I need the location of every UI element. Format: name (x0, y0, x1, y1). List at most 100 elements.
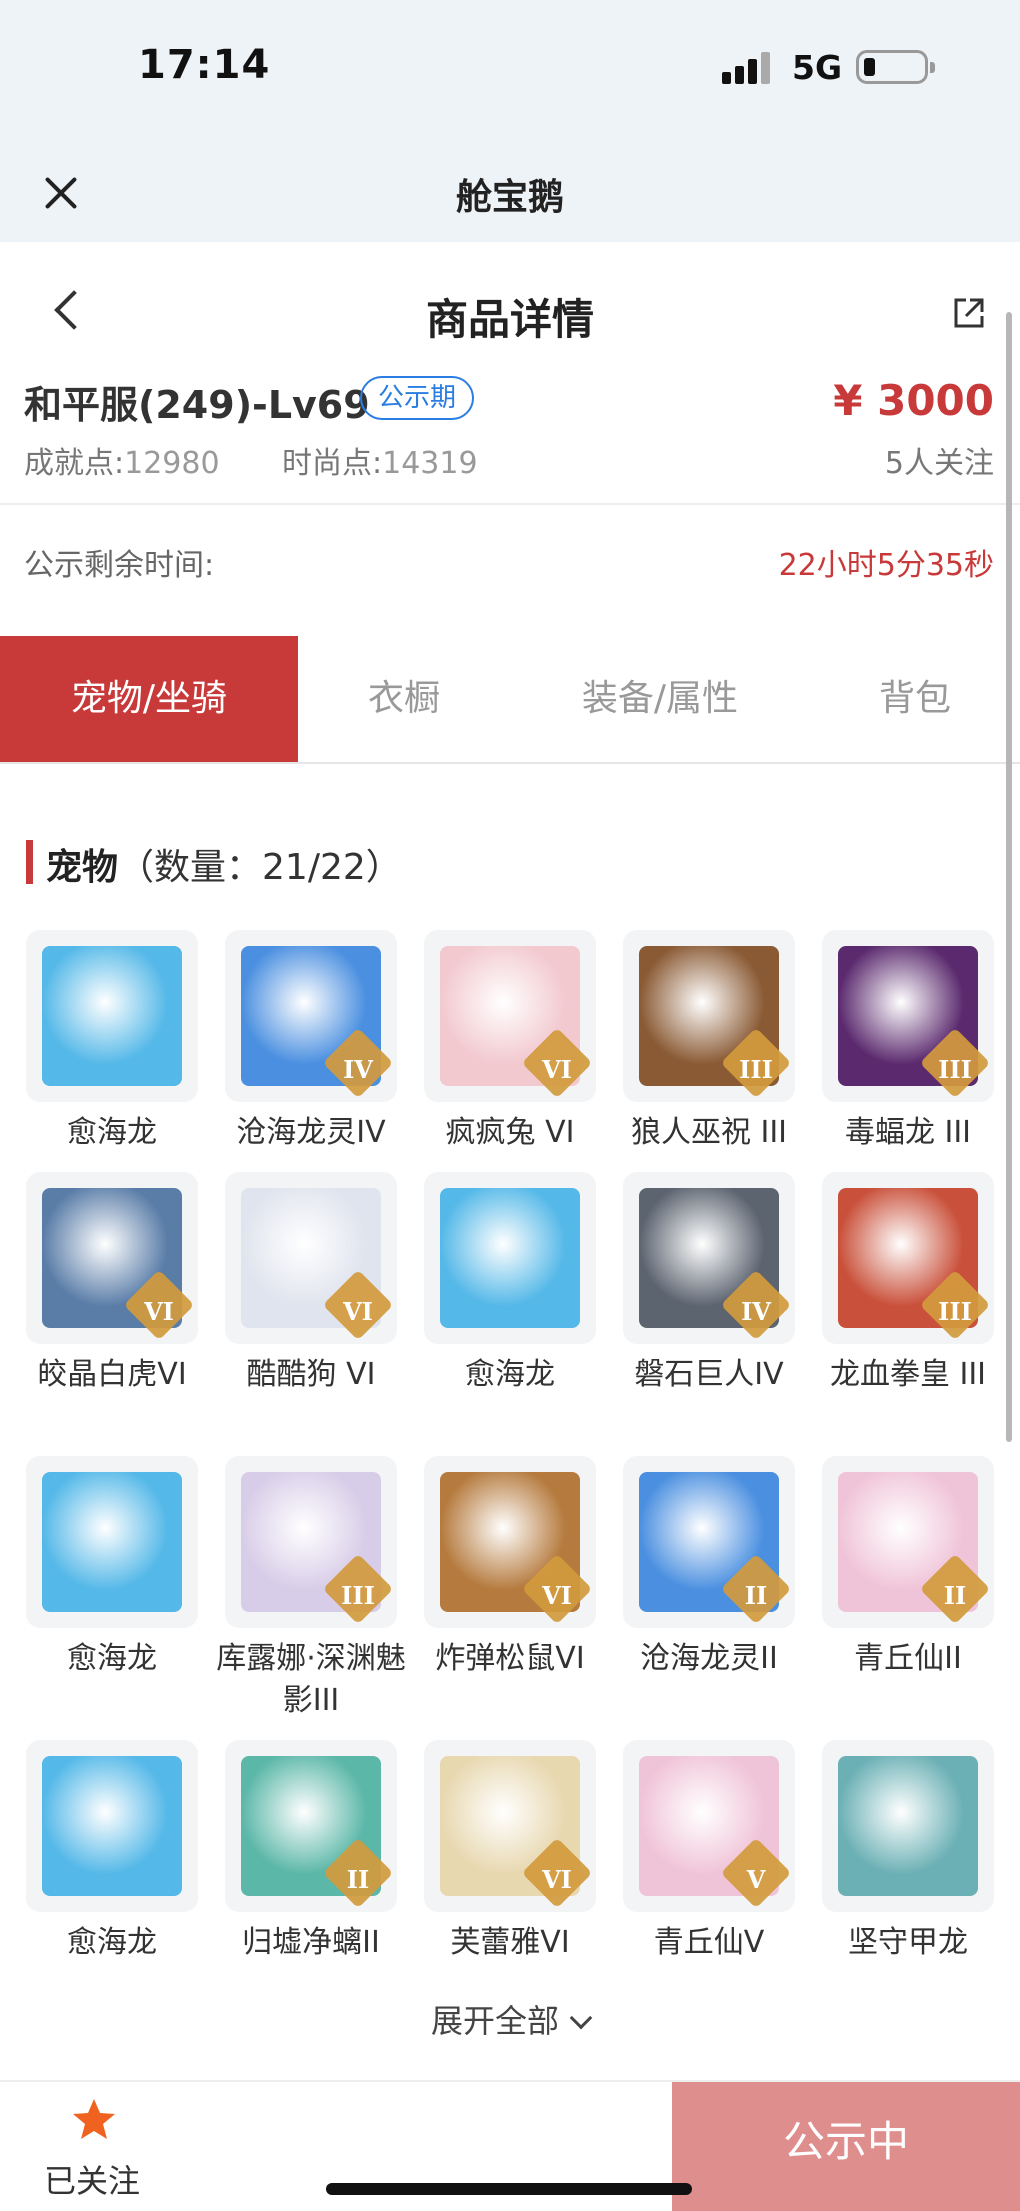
pet-name: 愈海龙 (465, 1357, 555, 1392)
pet-name: 青丘仙V (653, 1925, 765, 1960)
rank-badge-text: VI (542, 1055, 572, 1084)
fashion-value: 14319 (382, 446, 478, 481)
pet-name: 皎晶白虎VI (37, 1357, 187, 1392)
pet-thumbnail: IV (225, 930, 397, 1102)
pet-item[interactable]: VI 皎晶白虎VI (26, 1172, 198, 1396)
achievement-label: 成就点: (24, 446, 125, 481)
back-icon[interactable] (48, 290, 88, 334)
rank-badge-text: VI (343, 1297, 373, 1326)
battery-icon (856, 50, 935, 84)
pet-name: 愈海龙 (67, 1115, 157, 1150)
pet-item[interactable]: III 库露娜·深渊魅影III (216, 1456, 406, 1722)
chevron-down-icon (569, 2006, 593, 2030)
countdown-value: 22小时5分35秒 (778, 548, 994, 583)
rank-badge-text: V (746, 1865, 766, 1894)
top-bar: 17:14 5G 舱宝鹅 (0, 0, 1020, 242)
rank-badge-text: VI (542, 1581, 572, 1610)
pet-item[interactable]: III 龙血拳皇 III (822, 1172, 994, 1396)
pet-name: 归墟净螭II (242, 1925, 380, 1960)
pet-image (42, 946, 182, 1086)
rank-badge-text: IV (741, 1297, 771, 1326)
pet-item[interactable]: 愈海龙 (26, 930, 198, 1154)
pet-name: 坚守甲龙 (848, 1925, 968, 1960)
pet-name: 沧海龙灵IV (236, 1115, 386, 1150)
price: ¥ 3000 (833, 376, 994, 425)
status-time: 17:14 (138, 42, 271, 88)
tab-wardrobe[interactable]: 衣橱 (298, 636, 510, 762)
pet-thumbnail: III (822, 930, 994, 1102)
pet-name: 青丘仙II (854, 1641, 962, 1676)
pet-thumbnail: III (623, 930, 795, 1102)
pet-item[interactable]: III 毒蝠龙 III (822, 930, 994, 1154)
pet-name: 愈海龙 (67, 1925, 157, 1960)
scrollbar[interactable] (1006, 312, 1012, 1442)
achievement-value: 12980 (124, 446, 220, 481)
pet-name: 狼人巫祝 III (630, 1115, 788, 1150)
pet-item[interactable]: 坚守甲龙 (822, 1740, 994, 1964)
pet-name: 疯疯兔 VI (445, 1115, 575, 1150)
pet-item[interactable]: II 归墟净螭II (225, 1740, 397, 1964)
pet-image (42, 1756, 182, 1896)
pet-name: 炸弹松鼠VI (435, 1641, 585, 1676)
follower-count: 5人关注 (884, 446, 994, 481)
pet-item[interactable]: 愈海龙 (424, 1172, 596, 1396)
tab-equipment[interactable]: 装备/属性 (540, 636, 780, 762)
pet-name: 愈海龙 (67, 1641, 157, 1676)
pet-item[interactable]: VI 芙蕾雅VI (424, 1740, 596, 1964)
pet-name: 库露娜·深渊魅影III (216, 1641, 406, 1718)
pet-name: 毒蝠龙 III (844, 1115, 972, 1150)
pet-thumbnail: VI (424, 930, 596, 1102)
share-icon[interactable] (952, 296, 986, 330)
rank-badge-text: VI (144, 1297, 174, 1326)
pet-name: 磐石巨人IV (634, 1357, 784, 1392)
achievement-points: 成就点:12980 (24, 438, 220, 482)
tab-backpack[interactable]: 背包 (840, 636, 990, 762)
pet-item[interactable]: VI 疯疯兔 VI (424, 930, 596, 1154)
home-indicator (326, 2183, 692, 2195)
status-button[interactable]: 公示中 (672, 2082, 1020, 2211)
divider (0, 503, 1020, 505)
pet-thumbnail (424, 1172, 596, 1344)
pet-item[interactable]: II 青丘仙II (822, 1456, 994, 1680)
rank-badge-text: II (346, 1865, 370, 1894)
pet-item[interactable]: V 青丘仙V (623, 1740, 795, 1964)
pet-item[interactable]: IV 磐石巨人IV (623, 1172, 795, 1396)
pet-thumbnail: VI (26, 1172, 198, 1344)
pet-thumbnail: II (225, 1740, 397, 1912)
star-icon (73, 2099, 115, 2139)
expand-all-button[interactable]: 展开全部 (0, 1996, 1020, 2042)
pet-count: （数量：21/22） (118, 847, 402, 888)
pet-thumbnail (26, 1740, 198, 1912)
status-badge: 公示期 (360, 376, 475, 420)
pet-thumbnail: II (822, 1456, 994, 1628)
pet-name: 芙蕾雅VI (450, 1925, 570, 1960)
pet-item[interactable]: VI 酷酷狗 VI (225, 1172, 397, 1396)
section-title-label: 宠物 (46, 847, 119, 888)
pet-item[interactable]: 愈海龙 (26, 1456, 198, 1680)
follow-label: 已关注 (44, 2162, 141, 2200)
tab-pets-mounts[interactable]: 宠物/坐骑 (0, 636, 298, 762)
section-title: 宠物（数量：21/22） (46, 838, 402, 890)
fashion-label: 时尚点: (282, 446, 383, 481)
pet-thumbnail: VI (424, 1740, 596, 1912)
pet-item[interactable]: III 狼人巫祝 III (623, 930, 795, 1154)
pet-image (838, 1756, 978, 1896)
tab-bar: 宠物/坐骑 衣橱 装备/属性 背包 (0, 636, 1020, 764)
pet-thumbnail: V (623, 1740, 795, 1912)
pet-thumbnail: IV (623, 1172, 795, 1344)
rank-badge-text: II (943, 1581, 967, 1610)
rank-badge-text: VI (542, 1865, 572, 1894)
pet-item[interactable]: VI 炸弹松鼠VI (424, 1456, 596, 1680)
section-marker (26, 840, 33, 884)
pet-thumbnail: VI (225, 1172, 397, 1344)
fashion-points: 时尚点:14319 (282, 438, 478, 482)
pet-item[interactable]: 愈海龙 (26, 1740, 198, 1964)
pet-item[interactable]: II 沧海龙灵II (623, 1456, 795, 1680)
page-title: 商品详情 (425, 295, 594, 344)
pet-image (440, 1188, 580, 1328)
pet-thumbnail (26, 1456, 198, 1628)
pet-item[interactable]: IV 沧海龙灵IV (225, 930, 397, 1154)
product-name: 和平服(249)-Lv69 (24, 383, 370, 427)
network-label: 5G (792, 48, 843, 87)
pet-thumbnail: III (225, 1456, 397, 1628)
